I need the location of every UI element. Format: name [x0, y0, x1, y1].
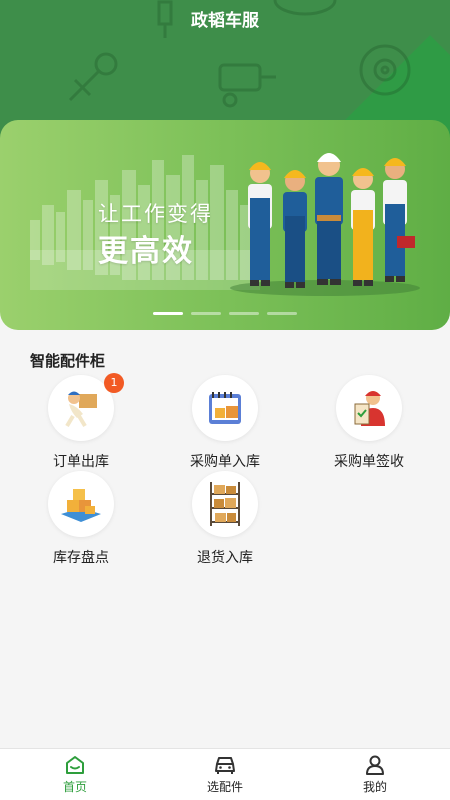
feature-return-inbound[interactable]: 退货入库 — [165, 471, 285, 567]
workers-illustration — [230, 153, 420, 296]
inventory-boxes-icon — [61, 489, 101, 522]
feature-label: 采购单签收 — [334, 454, 404, 470]
pagination-dot-active[interactable] — [153, 312, 183, 315]
feature-order-outbound[interactable]: 1 订单出库 — [21, 373, 141, 471]
bottom-tab-bar: 首页 选配件 我的 — [0, 748, 450, 800]
feature-purchase-inbound[interactable]: 采购单入库 — [165, 375, 285, 471]
feature-label: 采购单入库 — [190, 454, 260, 470]
pagination-dot[interactable] — [229, 312, 259, 315]
wrench-pattern-icon — [68, 52, 118, 102]
tab-label: 我的 — [362, 780, 387, 794]
tab-label: 首页 — [62, 780, 87, 794]
user-icon — [366, 755, 384, 775]
tab-mine[interactable]: 我的 — [300, 749, 450, 800]
feature-icon-circle: 1 — [48, 373, 124, 441]
feature-purchase-sign[interactable]: 采购单签收 — [309, 375, 429, 471]
delivery-courier-icon — [65, 391, 97, 428]
app-title: 政韬车服 — [191, 11, 259, 31]
pagination-dot[interactable] — [267, 312, 297, 315]
purchase-boxes-icon — [209, 392, 241, 424]
feature-inventory-check[interactable]: 库存盘点 — [21, 471, 141, 567]
tool-pattern-icon — [218, 63, 276, 108]
brake-disc-pattern-icon — [359, 44, 411, 96]
feature-icon-circle — [48, 471, 114, 537]
warehouse-shelf-icon — [210, 482, 240, 526]
tab-label: 选配件 — [206, 780, 243, 794]
section-title: 智能配件柜 — [30, 352, 106, 370]
car-icon — [215, 757, 235, 774]
tab-home[interactable]: 首页 — [0, 749, 150, 800]
feature-icon-circle — [336, 375, 402, 441]
tab-select-parts[interactable]: 选配件 — [150, 749, 300, 800]
promo-banner[interactable] — [0, 120, 450, 330]
pagination-dot[interactable] — [191, 312, 221, 315]
feature-label: 库存盘点 — [53, 550, 109, 566]
notification-badge: 1 — [104, 373, 124, 393]
feature-label: 退货入库 — [197, 550, 253, 566]
banner-slogan-line2: 更高效 — [98, 234, 194, 269]
feature-icon-circle — [192, 375, 258, 441]
signing-clipboard-icon — [354, 391, 385, 426]
home-icon — [66, 756, 84, 774]
banner-slogan-line1: 让工作变得 — [98, 202, 213, 226]
feature-icon-circle — [192, 471, 258, 537]
banner-pagination — [153, 312, 297, 315]
feature-label: 订单出库 — [53, 454, 109, 470]
